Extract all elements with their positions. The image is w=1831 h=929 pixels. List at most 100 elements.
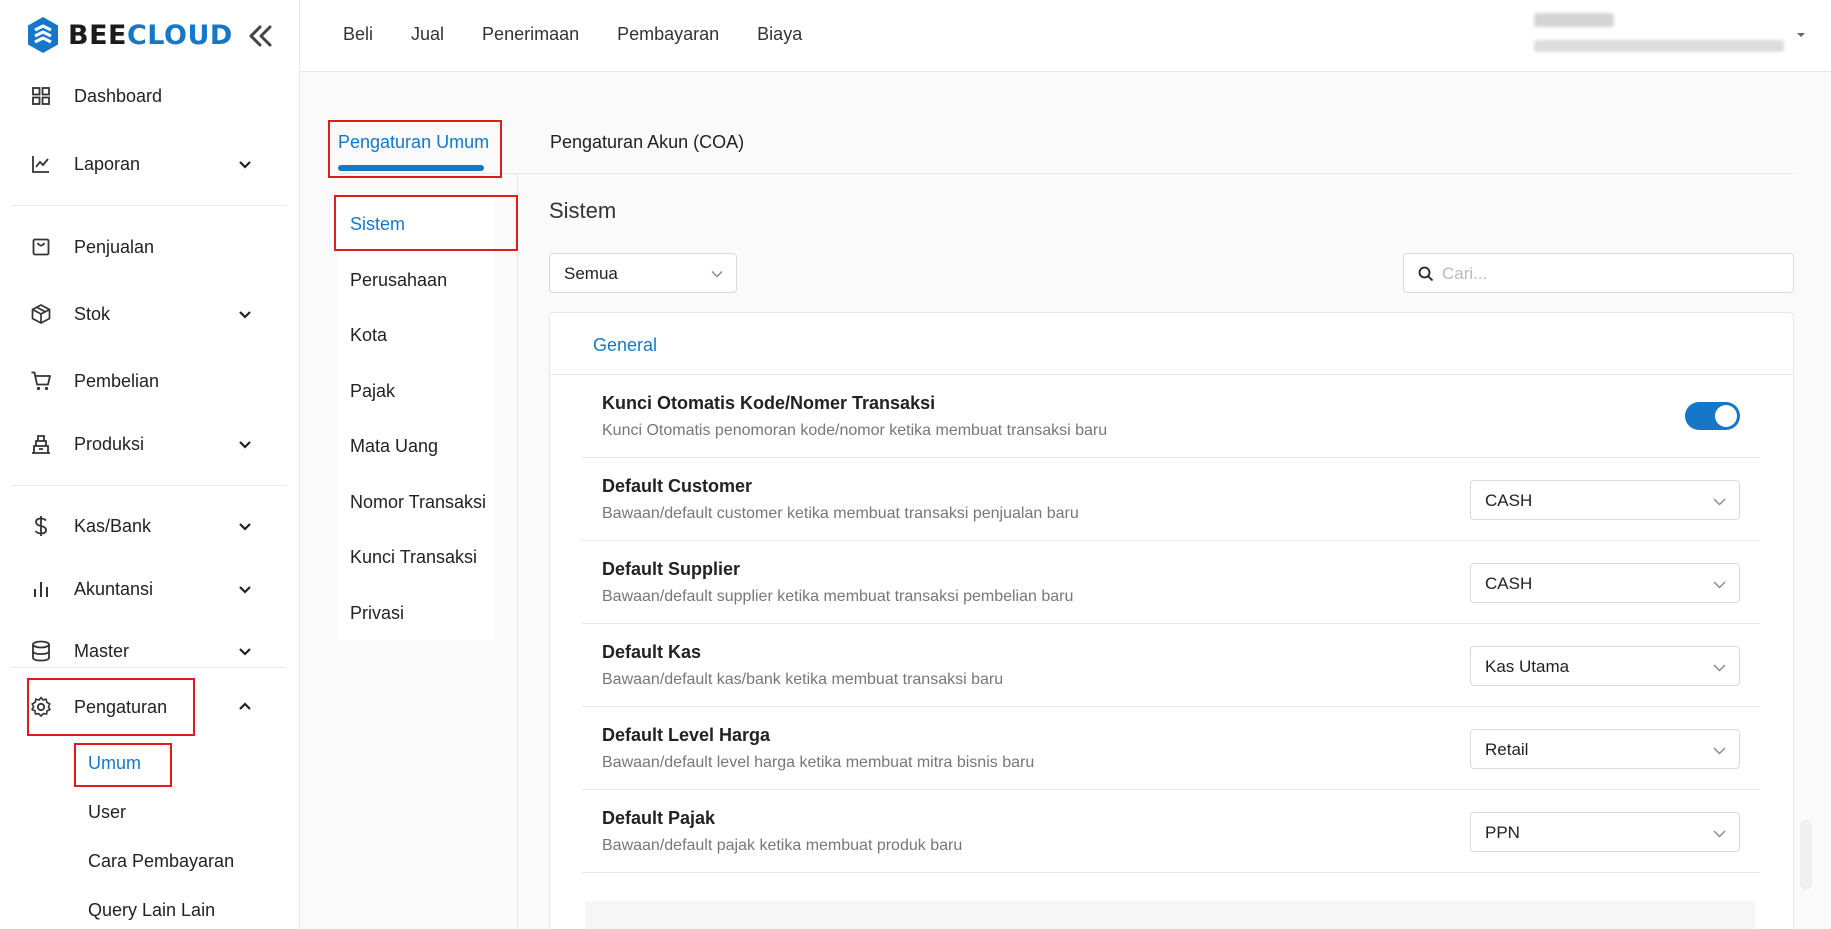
sidebar-item-akuntansi[interactable]: Akuntansi <box>28 569 268 609</box>
tab-pengaturan-umum[interactable]: Pengaturan Umum <box>338 132 489 153</box>
bar-chart-icon <box>28 576 54 602</box>
sidebar-item-pembelian[interactable]: Pembelian <box>28 361 268 401</box>
setting-row: Default Customer Bawaan/default customer… <box>582 458 1760 541</box>
sidebar-item-label: Laporan <box>74 153 141 174</box>
topnav-pembayaran[interactable]: Pembayaran <box>617 24 719 45</box>
topnav-beli[interactable]: Beli <box>343 24 373 45</box>
sidebar-item-stok[interactable]: Stok <box>28 294 268 334</box>
divider <box>517 174 518 929</box>
chevron-down-icon <box>239 441 251 449</box>
topnav-biaya[interactable]: Biaya <box>757 24 802 45</box>
setting-row: Default Kas Bawaan/default kas/bank keti… <box>582 624 1760 707</box>
sidebar-item-label: Dashboard <box>74 85 163 106</box>
chevron-down-icon <box>239 648 251 656</box>
sidebar-item-label: Stok <box>74 303 111 324</box>
card-header: General <box>550 313 1793 375</box>
submenu-perusahaan[interactable]: Perusahaan <box>350 270 447 291</box>
submenu-kunci-transaksi[interactable]: Kunci Transaksi <box>350 547 477 568</box>
default-customer-select[interactable]: CASH <box>1470 480 1740 520</box>
chart-line-icon <box>28 151 54 177</box>
divider <box>12 205 286 206</box>
setting-description: Bawaan/default pajak ketika membuat prod… <box>602 837 963 854</box>
chevron-down-icon <box>1713 830 1726 838</box>
dollar-icon <box>28 513 54 539</box>
app-logo[interactable]: BEECLOUD <box>26 16 233 54</box>
sidebar-item-label: Pengaturan <box>74 696 168 717</box>
tab-pengaturan-akun[interactable]: Pengaturan Akun (COA) <box>550 132 744 153</box>
sidebar-subitem-user[interactable]: User <box>88 802 126 823</box>
sidebar: BEECLOUD <box>0 0 300 929</box>
toggle-knob <box>1715 405 1737 427</box>
chevron-down-icon <box>239 311 251 319</box>
setting-description: Bawaan/default level harga ketika membua… <box>602 754 1035 771</box>
select-value: Kas Utama <box>1485 657 1570 676</box>
shopping-bag-icon <box>28 234 54 260</box>
chevron-down-icon <box>1713 498 1726 506</box>
factory-icon <box>28 431 54 457</box>
user-email-blurred[interactable] <box>1534 40 1784 52</box>
collapse-sidebar-icon[interactable] <box>246 22 276 50</box>
divider <box>12 485 286 486</box>
default-price-level-select[interactable]: Retail <box>1470 729 1740 769</box>
brand-name: BEECLOUD <box>68 19 233 51</box>
submenu-kota[interactable]: Kota <box>350 325 387 346</box>
active-tab-indicator <box>338 165 484 171</box>
chevron-down-icon <box>711 271 723 278</box>
submenu-sistem[interactable]: Sistem <box>350 214 405 235</box>
sidebar-item-laporan[interactable]: Laporan <box>28 144 268 184</box>
select-value: CASH <box>1485 491 1533 510</box>
sidebar-subitem-cara-pembayaran[interactable]: Cara Pembayaran <box>88 851 234 872</box>
topnav-jual[interactable]: Jual <box>411 24 444 45</box>
database-icon <box>28 638 54 664</box>
sidebar-item-label: Penjualan <box>74 236 155 257</box>
cart-icon <box>28 368 54 394</box>
sidebar-item-kas-bank[interactable]: Kas/Bank <box>28 506 268 546</box>
chevron-down-icon <box>1713 747 1726 755</box>
settings-submenu <box>337 196 494 640</box>
search-icon <box>1418 266 1434 282</box>
submenu-privasi[interactable]: Privasi <box>350 603 404 624</box>
sidebar-subitem-umum[interactable]: Umum <box>88 753 141 774</box>
setting-row: Default Level Harga Bawaan/default level… <box>582 707 1760 790</box>
default-tax-select[interactable]: PPN <box>1470 812 1740 852</box>
setting-title: Kunci Otomatis Kode/Nomer Transaksi <box>602 393 936 413</box>
setting-description: Bawaan/default supplier ketika membuat t… <box>602 588 1074 605</box>
filter-value: Semua <box>564 264 618 283</box>
auto-lock-toggle[interactable] <box>1685 402 1740 430</box>
chevron-down-icon <box>239 586 251 594</box>
sidebar-subitem-query-lain-lain[interactable]: Query Lain Lain <box>88 900 215 921</box>
sidebar-item-label: Master <box>74 640 130 661</box>
sidebar-item-label: Akuntansi <box>74 578 154 599</box>
category-filter-select[interactable]: Semua <box>549 253 737 293</box>
chevron-down-icon <box>239 523 251 531</box>
default-supplier-select[interactable]: CASH <box>1470 563 1740 603</box>
submenu-pajak[interactable]: Pajak <box>350 381 395 402</box>
caret-down-icon[interactable] <box>1794 28 1808 42</box>
sidebar-item-master[interactable]: Master <box>28 631 268 671</box>
card-title[interactable]: General <box>593 335 657 356</box>
setting-row: Default Pajak Bawaan/default pajak ketik… <box>582 790 1760 873</box>
chevron-up-icon <box>239 702 251 710</box>
setting-description: Bawaan/default kas/bank ketika membuat t… <box>602 671 1004 688</box>
search-box[interactable] <box>1403 253 1794 293</box>
submenu-nomor-transaksi[interactable]: Nomor Transaksi <box>350 492 486 513</box>
setting-row: Default Supplier Bawaan/default supplier… <box>582 541 1760 624</box>
sidebar-item-produksi[interactable]: Produksi <box>28 424 268 464</box>
sidebar-item-penjualan[interactable]: Penjualan <box>28 227 268 267</box>
user-name-blurred[interactable] <box>1534 13 1614 27</box>
divider <box>12 667 286 668</box>
scrollbar[interactable] <box>1800 820 1812 890</box>
setting-title: Default Kas <box>602 642 702 662</box>
setting-title: Default Supplier <box>602 559 741 579</box>
sidebar-item-pengaturan[interactable]: Pengaturan <box>28 687 268 727</box>
chevron-down-icon <box>1713 664 1726 672</box>
setting-title: Default Level Harga <box>602 725 771 745</box>
sidebar-item-dashboard[interactable]: Dashboard <box>28 76 268 116</box>
topnav-penerimaan[interactable]: Penerimaan <box>482 24 579 45</box>
gear-icon <box>28 694 54 720</box>
setting-description: Bawaan/default customer ketika membuat t… <box>602 505 1079 522</box>
sidebar-item-label: Kas/Bank <box>74 515 152 536</box>
submenu-mata-uang[interactable]: Mata Uang <box>350 436 438 457</box>
default-kas-select[interactable]: Kas Utama <box>1470 646 1740 686</box>
search-input[interactable] <box>1442 262 1782 286</box>
